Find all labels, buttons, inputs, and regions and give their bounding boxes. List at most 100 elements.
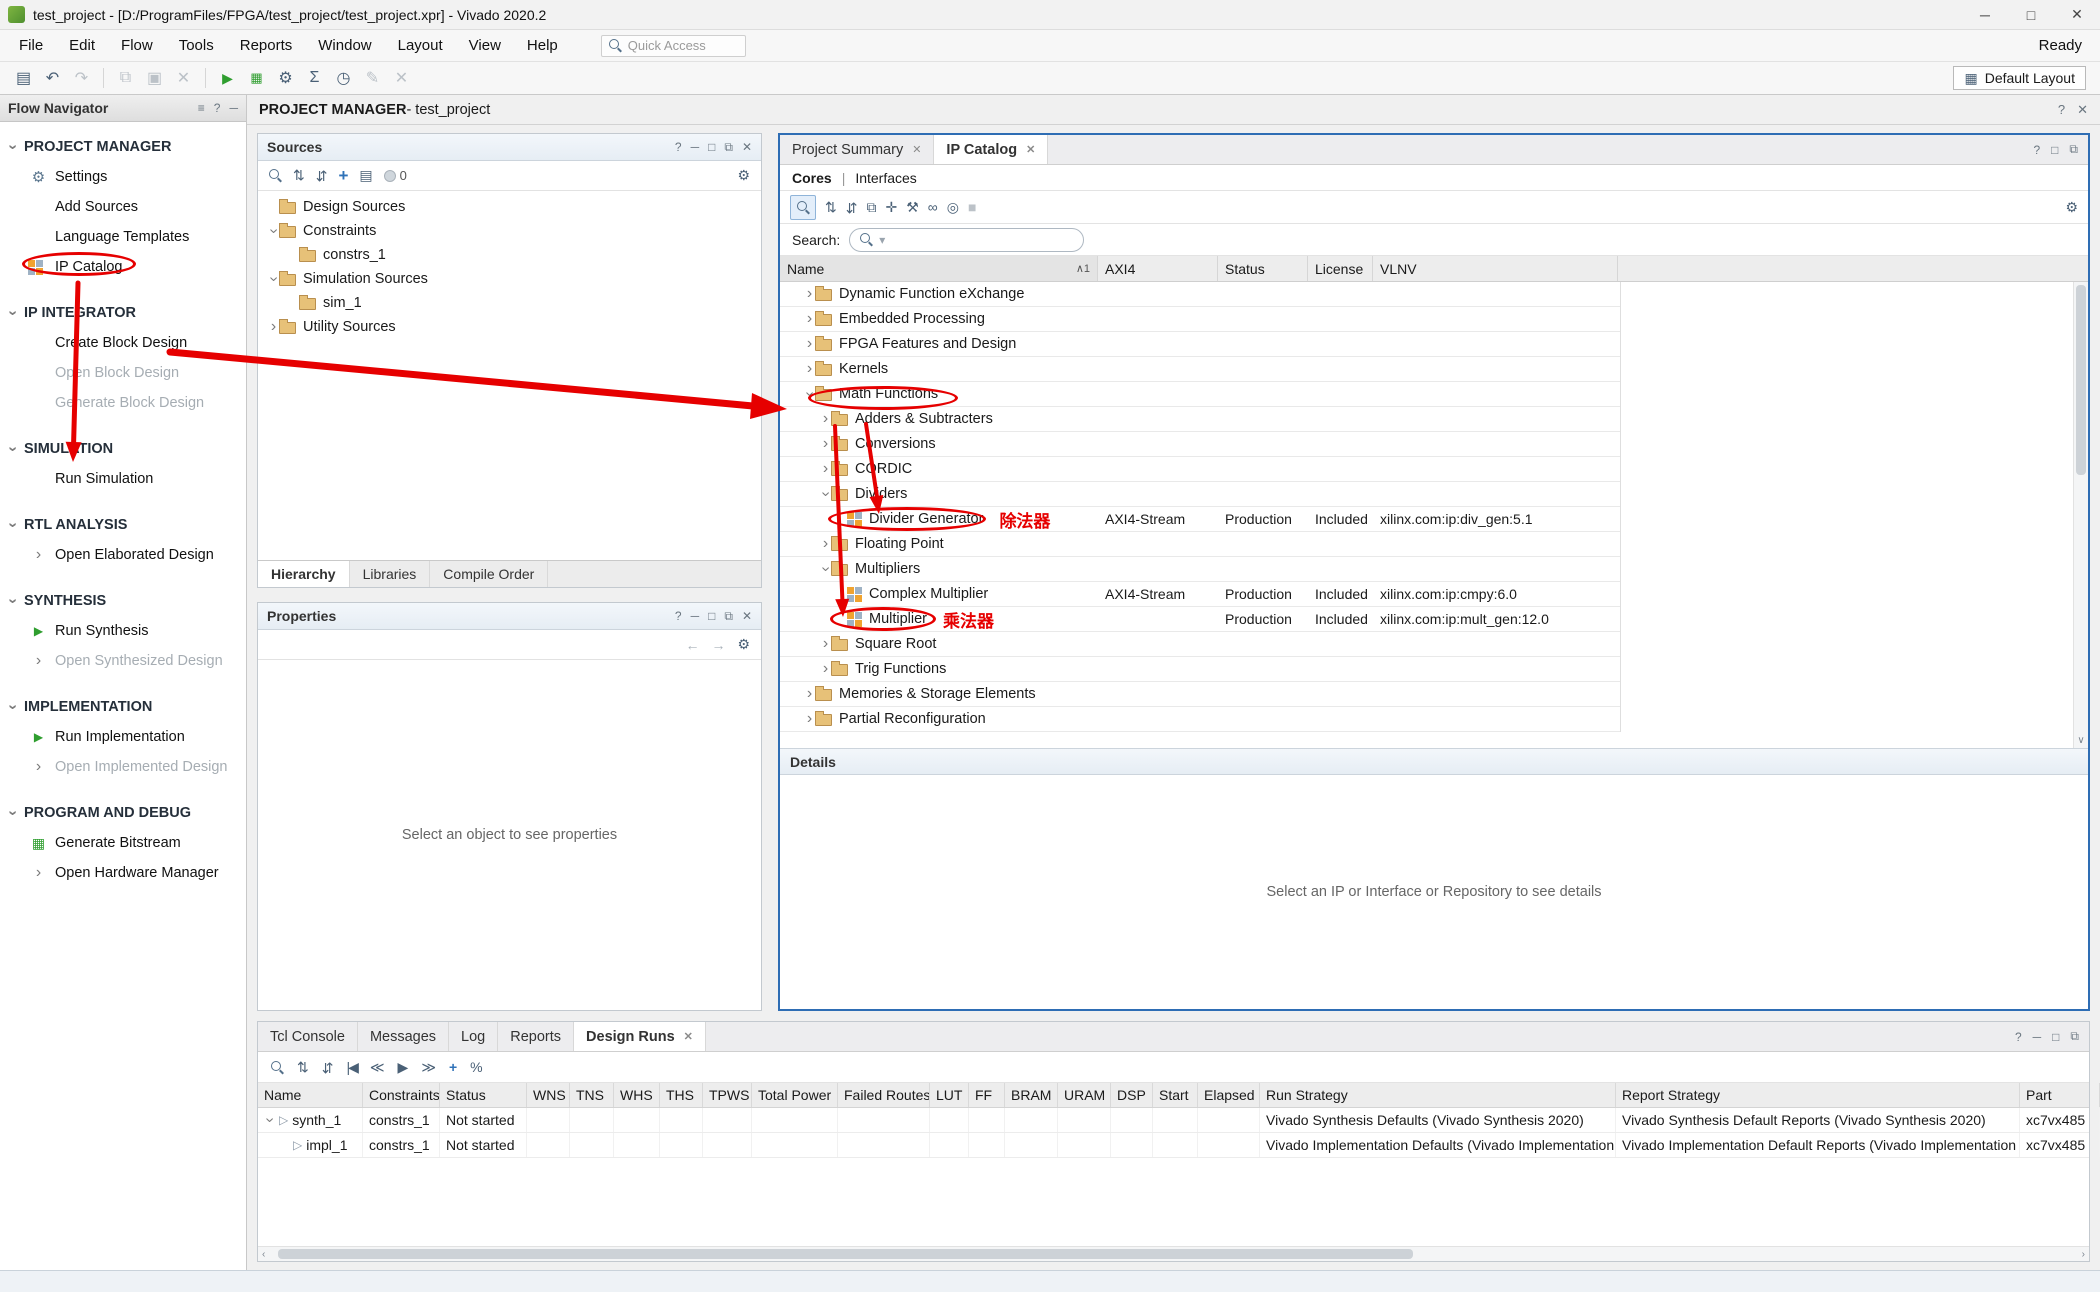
link-icon[interactable]: ∞ [928,199,938,215]
menu-item-layout[interactable]: Layout [385,33,456,58]
nav-item-generate-block-design[interactable]: Generate Block Design [0,388,246,418]
search-icon[interactable] [269,169,282,182]
nav-item-run-simulation[interactable]: Run Simulation [0,464,246,494]
ip-row-dividers[interactable]: ›Dividers [780,482,1620,507]
stop-icon[interactable]: ■ [968,199,976,215]
ip-row-fpga-features-and-design[interactable]: ›FPGA Features and Design [780,332,1620,357]
copy-icon[interactable]: ⧉ [112,65,139,91]
menu-item-reports[interactable]: Reports [227,33,306,58]
nav-item-language-templates[interactable]: Language Templates [0,222,246,252]
nav-section-header-simulation[interactable]: ›SIMULATION [0,434,246,464]
scroll-down-icon[interactable]: ∨ [2074,735,2088,746]
tab-ip-catalog[interactable]: IP Catalog ✕ [934,135,1048,164]
nav-section-header-program-and-debug[interactable]: ›PROGRAM AND DEBUG [0,798,246,828]
add-run-icon[interactable]: + [449,1059,457,1075]
tab-reports[interactable]: Reports [498,1022,574,1051]
tree-item-utility-sources[interactable]: › Utility Sources [258,315,761,339]
menu-item-tools[interactable]: Tools [166,33,227,58]
help-icon[interactable]: ? [2015,1030,2022,1044]
gear-icon[interactable]: ⚙ [737,636,750,653]
ip-row-dynamic-function-exchange[interactable]: ›Dynamic Function eXchange [780,282,1620,307]
ip-row-multipliers[interactable]: ›Multipliers [780,557,1620,582]
ip-row-conversions[interactable]: ›Conversions [780,432,1620,457]
column-header-name[interactable]: Name [258,1083,363,1107]
close-icon[interactable]: ✕ [1026,143,1035,156]
collapse-all-icon[interactable]: ⇅ [297,1059,309,1076]
close-icon[interactable]: ✕ [742,609,752,624]
column-header-ff[interactable]: FF [969,1083,1005,1107]
nav-item-add-sources[interactable]: Add Sources [0,192,246,222]
column-header-vlnv[interactable]: VLNV [1373,256,1618,281]
nav-section-header-project-manager[interactable]: ›PROJECT MANAGER [0,132,246,162]
float-icon[interactable]: ⧉ [2069,142,2078,157]
column-header-ths[interactable]: THS [660,1083,703,1107]
column-header-status[interactable]: Status [440,1083,527,1107]
ip-row-floating-point[interactable]: ›Floating Point [780,532,1620,557]
nav-item-open-block-design[interactable]: Open Block Design [0,358,246,388]
tab-libraries[interactable]: Libraries [350,561,431,587]
tree-item-constraints[interactable]: › Constraints [258,219,761,243]
tree-item-constrs-1[interactable]: › constrs_1 [258,243,761,267]
menu-item-help[interactable]: Help [514,33,571,58]
menu-item-view[interactable]: View [456,33,514,58]
column-header-total-power[interactable]: Total Power [752,1083,838,1107]
maximize-button[interactable]: □ [2008,0,2054,29]
tab-hierarchy[interactable]: Hierarchy [258,561,350,587]
close-button[interactable]: ✕ [2054,0,2100,29]
column-header-run-strategy[interactable]: Run Strategy [1260,1083,1616,1107]
layout-selector[interactable]: ▦ Default Layout [1953,66,2086,90]
column-header-tpws[interactable]: TPWS [703,1083,752,1107]
vertical-scrollbar[interactable]: ∨ [2073,282,2088,748]
minimize-icon[interactable]: ─ [691,609,700,624]
undo-icon[interactable]: ↶ [39,65,66,91]
subnav-cores[interactable]: Cores [792,170,832,186]
column-header-tns[interactable]: TNS [570,1083,614,1107]
settings-wrench-icon[interactable]: ⚒ [906,199,919,216]
column-header-status[interactable]: Status [1218,256,1308,281]
close-icon[interactable]: ✕ [742,140,752,155]
tab-compile-order[interactable]: Compile Order [430,561,548,587]
back-arrow-icon[interactable]: ← [685,637,699,653]
sigma-icon[interactable]: Σ [301,65,328,91]
tab-project-summary[interactable]: Project Summary ✕ [780,135,934,164]
nav-item-settings[interactable]: ⚙Settings [0,162,246,192]
column-header-constraints[interactable]: Constraints [363,1083,440,1107]
tree-item-simulation-sources[interactable]: › Simulation Sources [258,267,761,291]
close-icon[interactable]: ✕ [684,1030,693,1043]
forward-arrow-icon[interactable]: → [711,637,725,653]
column-header-start[interactable]: Start [1153,1083,1198,1107]
ip-row-kernels[interactable]: ›Kernels [780,357,1620,382]
column-header-elapsed[interactable]: Elapsed [1198,1083,1260,1107]
ip-row-memories-storage-elements[interactable]: ›Memories & Storage Elements [780,682,1620,707]
minimize-icon[interactable]: ─ [229,101,238,115]
fast-forward-icon[interactable]: ≫ [421,1059,436,1076]
cancel-icon[interactable]: ✕ [388,65,415,91]
column-header-failed-routes[interactable]: Failed Routes [838,1083,930,1107]
nav-item-open-elaborated-design[interactable]: ›Open Elaborated Design [0,540,246,570]
ip-row-math-functions[interactable]: ›Math Functions [780,382,1620,407]
column-header-axi4[interactable]: AXI4 [1098,256,1218,281]
add-repository-icon[interactable]: ✛ [885,199,897,216]
menu-icon[interactable]: ≡ [198,101,205,115]
column-header-bram[interactable]: BRAM [1005,1083,1058,1107]
run-row-synth-1[interactable]: › ▷ synth_1 constrs_1Not startedVivado S… [258,1108,2089,1133]
nav-item-create-block-design[interactable]: Create Block Design [0,328,246,358]
step-back-icon[interactable]: |◀ [346,1059,356,1076]
nav-item-open-synthesized-design[interactable]: ›Open Synthesized Design [0,646,246,676]
redo-icon[interactable]: ↷ [68,65,95,91]
close-icon[interactable]: ✕ [2077,102,2088,118]
tree-item-design-sources[interactable]: › Design Sources [258,195,761,219]
nav-section-header-synthesis[interactable]: ›SYNTHESIS [0,586,246,616]
nav-item-run-implementation[interactable]: ▶Run Implementation [0,722,246,752]
nav-item-open-hardware-manager[interactable]: ›Open Hardware Manager [0,858,246,888]
percent-icon[interactable]: % [470,1059,482,1075]
help-icon[interactable]: ? [675,140,682,155]
nav-section-header-ip-integrator[interactable]: ›IP INTEGRATOR [0,298,246,328]
run-row-impl-1[interactable]: › ▷ impl_1 constrs_1Not startedVivado Im… [258,1133,2089,1158]
expand-all-icon[interactable]: ⇅ [316,167,328,184]
maximize-icon[interactable]: □ [708,609,715,624]
gear-icon[interactable]: ⚙ [737,167,750,184]
collapse-all-icon[interactable]: ⇅ [293,167,305,184]
scroll-right-icon[interactable]: › [2082,1247,2085,1261]
ip-row-divider-generator[interactable]: ›Divider Generator 除法器 AXI4-Stream Produ… [780,507,1620,532]
